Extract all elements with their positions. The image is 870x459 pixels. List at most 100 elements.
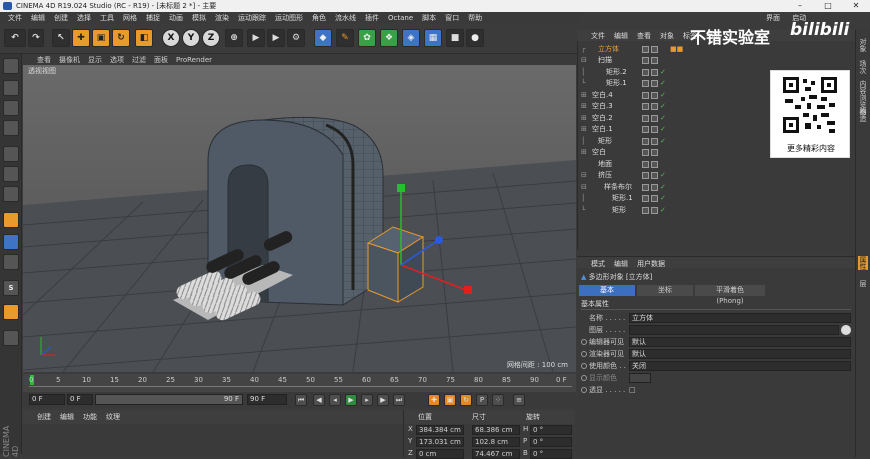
menu-character[interactable]: 角色	[312, 13, 326, 23]
position-x-field[interactable]: 384.384 cm	[416, 425, 464, 435]
attribute-menu-edit[interactable]: 编辑	[614, 259, 628, 268]
viewport-menu-view[interactable]: 查看	[37, 55, 51, 65]
go-to-start-icon[interactable]: ⏮	[295, 394, 307, 406]
viewport-menu-panel[interactable]: 面板	[154, 55, 168, 65]
record-parameter-icon[interactable]: P	[476, 394, 488, 406]
attr-name-field[interactable]: 立方体	[629, 313, 851, 323]
object-row[interactable]: 地面	[578, 159, 856, 170]
solo-mode-icon[interactable]: S	[3, 280, 19, 296]
play-forward-icon[interactable]: ▶	[345, 394, 357, 406]
redo-button[interactable]: ↷	[28, 29, 44, 47]
object-row[interactable]: ⊟ 挤压 ✓	[578, 170, 856, 181]
live-selection-icon[interactable]: ↖	[52, 29, 70, 47]
deformer-icon[interactable]: ◈	[402, 29, 420, 47]
model-mode-icon[interactable]	[3, 80, 19, 96]
close-button[interactable]: ✕	[842, 0, 870, 12]
position-y-field[interactable]: 173.031 cm	[416, 437, 464, 447]
menu-tools[interactable]: 工具	[100, 13, 114, 23]
viewport-menu-prorender[interactable]: ProRender	[176, 56, 212, 64]
timeline-ruler[interactable]: 0 5 10 15 20 25 30 35 40 45 50 55 60 65 …	[23, 374, 576, 392]
menu-mograph[interactable]: 运动图形	[275, 13, 303, 23]
rotate-keys-icon[interactable]: ↻	[460, 394, 472, 406]
cloner-icon[interactable]: ❖	[380, 29, 398, 47]
pen-spline-icon[interactable]: ✎	[336, 29, 354, 47]
locked-workplane-icon[interactable]	[3, 304, 19, 320]
y-axis-lock-button[interactable]: Y	[182, 29, 200, 47]
object-row[interactable]: └ 矩形 ✓	[578, 205, 856, 216]
object-row[interactable]: ⊟ 扫描	[578, 55, 856, 66]
animate-radio-icon[interactable]	[581, 351, 587, 357]
subdivision-surface-icon[interactable]: ✿	[358, 29, 376, 47]
position-z-field[interactable]: 0 cm	[416, 449, 464, 459]
menu-animate[interactable]: 动画	[169, 13, 183, 23]
menu-octane[interactable]: Octane	[388, 14, 413, 22]
range-slider[interactable]: 0 F 90 F	[95, 394, 243, 405]
object-menu-view[interactable]: 查看	[637, 31, 651, 41]
go-to-end-icon[interactable]: ⏭	[393, 394, 405, 406]
tag-icon[interactable]: ■■	[670, 44, 683, 55]
attr-render-visible-select[interactable]: 默认	[629, 349, 851, 359]
rotation-b-field[interactable]: 0 °	[530, 449, 572, 459]
material-menu-texture[interactable]: 纹理	[106, 412, 120, 422]
size-y-field[interactable]: 102.8 cm	[472, 437, 520, 447]
render-picture-viewer-icon[interactable]: ▶	[267, 29, 285, 47]
material-menu-create[interactable]: 创建	[37, 412, 51, 422]
menu-file[interactable]: 文件	[8, 13, 22, 23]
menu-window[interactable]: 窗口	[445, 13, 459, 23]
right-tab-attributes[interactable]: 属性	[858, 256, 868, 270]
attr-layer-field[interactable]	[629, 325, 839, 335]
tab-phong[interactable]: 平滑着色(Phong)	[695, 285, 765, 305]
menu-plugins[interactable]: 插件	[365, 13, 379, 23]
menu-help[interactable]: 帮助	[468, 13, 482, 23]
tweak-mode-icon[interactable]	[3, 234, 19, 250]
maximize-button[interactable]: □	[814, 0, 842, 12]
tab-basic[interactable]: 基本	[579, 285, 635, 296]
cube-primitive-icon[interactable]: ◆	[314, 29, 332, 47]
timeline-settings-icon[interactable]: ≡	[513, 394, 525, 406]
viewport-menu-options[interactable]: 选项	[110, 55, 124, 65]
move-tool-icon[interactable]: ✚	[72, 29, 90, 47]
menu-script[interactable]: 脚本	[422, 13, 436, 23]
size-x-field[interactable]: 68.386 cm	[472, 425, 520, 435]
animate-radio-icon[interactable]	[581, 375, 587, 381]
rotation-h-field[interactable]: 0 °	[530, 425, 572, 435]
edges-mode-icon[interactable]	[3, 166, 19, 182]
animate-radio-icon[interactable]	[581, 387, 587, 393]
start-frame-field[interactable]: 0 F	[67, 394, 93, 405]
menu-create[interactable]: 创建	[54, 13, 68, 23]
render-settings-icon[interactable]: ⚙	[287, 29, 305, 47]
attr-editor-visible-select[interactable]: 默认	[629, 337, 851, 347]
floor-icon[interactable]: ▦	[424, 29, 442, 47]
menu-snap[interactable]: 捕捉	[146, 13, 160, 23]
object-row[interactable]: │ 矩形.1 ✓	[578, 193, 856, 204]
recent-tool-icon[interactable]: ◧	[135, 29, 153, 47]
object-row[interactable]: ⊟ 样条布尔 ✓	[578, 182, 856, 193]
object-menu-edit[interactable]: 编辑	[614, 31, 628, 41]
previous-frame-icon[interactable]: ◂	[329, 394, 341, 406]
render-view-icon[interactable]: ▶	[247, 29, 265, 47]
move-keys-icon[interactable]: ✚	[428, 394, 440, 406]
menu-simulate[interactable]: 模拟	[192, 13, 206, 23]
right-tab-structure[interactable]: 构造	[858, 108, 868, 122]
size-z-field[interactable]: 74.467 cm	[472, 449, 520, 459]
undo-button[interactable]: ↶	[4, 29, 26, 47]
make-editable-icon[interactable]	[3, 58, 19, 74]
layer-picker-icon[interactable]	[841, 325, 851, 335]
attribute-menu-user-data[interactable]: 用户数据	[637, 259, 665, 268]
attr-xray-checkbox[interactable]: □	[629, 385, 636, 395]
animate-radio-icon[interactable]	[581, 339, 587, 345]
right-tab-layers[interactable]: 层	[858, 280, 868, 287]
next-key-icon[interactable]: ▶	[377, 394, 389, 406]
next-frame-icon[interactable]: ▸	[361, 394, 373, 406]
rotate-tool-icon[interactable]: ↻	[112, 29, 130, 47]
right-tab-takes[interactable]: 场次	[858, 60, 868, 74]
attr-display-color-swatch[interactable]	[629, 373, 651, 383]
viewport-menu-camera[interactable]: 摄像机	[59, 55, 80, 65]
object-menu-file[interactable]: 文件	[591, 31, 605, 41]
rotation-p-field[interactable]: 0 °	[530, 437, 572, 447]
perspective-viewport[interactable]: 透视视图 网格间距 : 100 cm	[23, 65, 576, 372]
viewport-menu-filter[interactable]: 过滤	[132, 55, 146, 65]
attr-use-color-select[interactable]: 关闭	[629, 361, 851, 371]
axis-mode-icon[interactable]	[3, 212, 19, 228]
x-axis-lock-button[interactable]: X	[162, 29, 180, 47]
